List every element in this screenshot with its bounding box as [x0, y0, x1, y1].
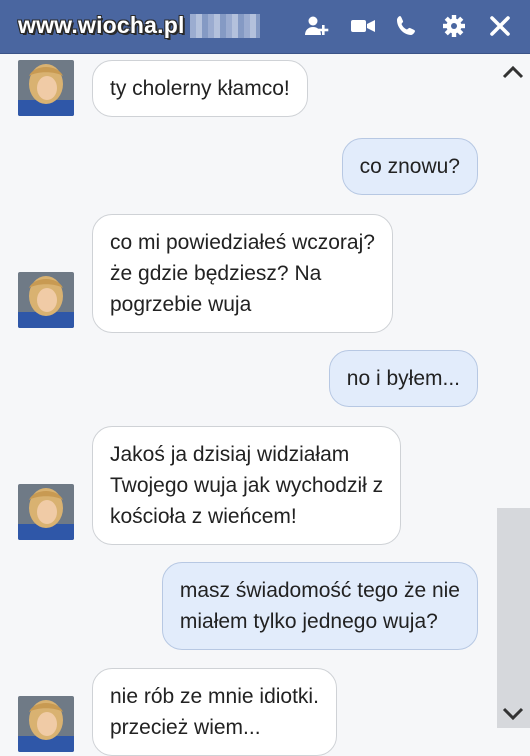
incoming-message: co mi powiedziałeś wczoraj? że gdzie będ…: [92, 214, 393, 333]
contact-avatar[interactable]: [18, 272, 74, 328]
close-icon[interactable]: [487, 14, 513, 38]
contact-avatar[interactable]: [18, 484, 74, 540]
incoming-message: nie rób ze mnie idiotki. przecież wiem..…: [92, 668, 337, 756]
phone-icon[interactable]: [394, 14, 420, 38]
contact-avatar[interactable]: [18, 60, 74, 116]
contact-name-blurred: [190, 14, 260, 38]
scrollbar[interactable]: [497, 54, 530, 755]
incoming-message: ty cholerny kłamco!: [92, 60, 308, 117]
message-list: ty cholerny kłamco! co znowu? co mi powi…: [0, 54, 497, 756]
outgoing-message: co znowu?: [341, 138, 478, 195]
outgoing-message: no i byłem...: [328, 350, 478, 407]
scroll-up-icon[interactable]: [501, 64, 525, 80]
outgoing-message: masz świadomość tego że nie miałem tylko…: [161, 562, 478, 650]
chat-header: www.wiocha.pl: [0, 0, 530, 54]
scroll-down-icon[interactable]: [501, 706, 525, 722]
video-call-icon[interactable]: [350, 14, 376, 38]
watermark: www.wiocha.pl: [18, 12, 185, 38]
incoming-message: Jakoś ja dzisiaj widziałam Twojego wuja …: [92, 426, 402, 545]
scroll-thumb[interactable]: [497, 508, 530, 728]
contact-avatar[interactable]: [18, 696, 74, 752]
gear-icon[interactable]: [441, 14, 467, 38]
add-friend-icon[interactable]: [303, 14, 329, 38]
